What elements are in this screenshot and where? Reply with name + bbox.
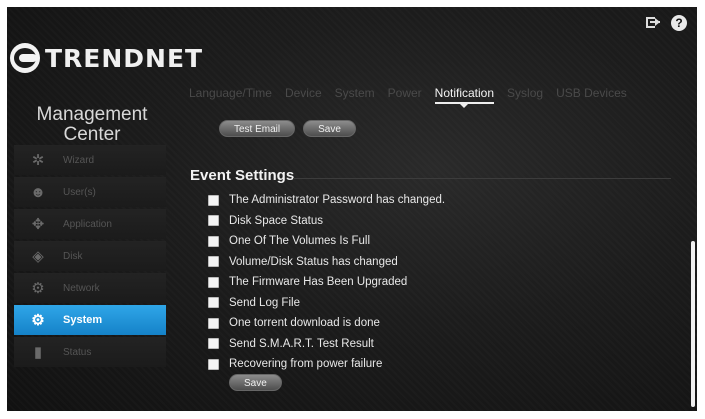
disk-icon: ◈: [32, 248, 44, 265]
brand-logo: TRENDNET: [10, 43, 203, 73]
gears-icon: ⚙: [31, 312, 45, 329]
help-icon[interactable]: ?: [671, 15, 687, 31]
event-checkbox[interactable]: [208, 194, 219, 206]
event-checkbox[interactable]: [208, 215, 219, 227]
brand-name: TRENDNET: [45, 43, 204, 73]
list-item: Send Log File: [208, 293, 445, 314]
event-label: Recovering from power failure: [229, 358, 383, 371]
management-center-title: Management Center: [17, 105, 167, 145]
title-line-1: Management: [36, 104, 148, 125]
bottom-actions: Save: [229, 373, 282, 391]
sidebar-item-label: Disk: [63, 250, 83, 262]
sidebar-item-wizard[interactable]: ✲ Wizard: [14, 145, 166, 175]
tab-device[interactable]: Device: [285, 86, 322, 104]
sidebar-item-disk[interactable]: ◈ Disk: [14, 241, 166, 271]
list-item: The Administrator Password has changed.: [208, 190, 445, 211]
list-item: The Firmware Has Been Upgraded: [208, 272, 445, 293]
save-button[interactable]: Save: [303, 120, 356, 137]
event-checkbox[interactable]: [208, 317, 219, 329]
list-item: One torrent download is done: [208, 313, 445, 334]
section-divider: [293, 178, 671, 179]
tab-usb-devices[interactable]: USB Devices: [556, 86, 627, 104]
users-icon: ☻: [30, 183, 46, 201]
sidebar-item-application[interactable]: ✥ Application: [14, 209, 166, 239]
event-checkbox[interactable]: [208, 256, 219, 268]
event-label: Send Log File: [229, 296, 300, 309]
network-icon: ⚙: [31, 280, 45, 297]
tab-bar: Language/Time Device System Power Notifi…: [189, 86, 640, 108]
event-label: Send S.M.A.R.T. Test Result: [229, 337, 374, 350]
save-settings-button[interactable]: Save: [229, 374, 282, 391]
wand-icon: ✲: [31, 152, 45, 169]
logout-icon[interactable]: [645, 15, 661, 31]
app-window: ? TRENDNET Management Center ✲ Wizard ☻ …: [7, 7, 697, 411]
list-item: Volume/Disk Status has changed: [208, 252, 445, 273]
list-item: Send S.M.A.R.T. Test Result: [208, 334, 445, 355]
scrollbar-thumb[interactable]: [691, 241, 695, 407]
section-title: Event Settings: [190, 167, 295, 184]
logo-mark-icon: [10, 43, 40, 73]
event-label: The Administrator Password has changed.: [229, 194, 446, 207]
event-checkbox[interactable]: [208, 276, 219, 288]
event-list: The Administrator Password has changed. …: [208, 190, 445, 375]
puzzle-icon: ✥: [31, 216, 45, 233]
list-item: One Of The Volumes Is Full: [208, 231, 445, 252]
list-item: Recovering from power failure: [208, 354, 445, 375]
sidebar: ✲ Wizard ☻ User(s) ✥ Application ◈ Disk …: [14, 145, 166, 369]
sidebar-item-label: Wizard: [63, 154, 95, 166]
sidebar-item-label: Network: [63, 282, 100, 294]
tab-syslog[interactable]: Syslog: [507, 86, 543, 104]
list-item: Disk Space Status: [208, 211, 445, 232]
tab-language-time[interactable]: Language/Time: [189, 86, 272, 104]
sidebar-item-status[interactable]: ▮ Status: [14, 337, 166, 367]
event-label: Volume/Disk Status has changed: [229, 255, 398, 268]
sidebar-item-label: Application: [63, 218, 112, 230]
header-icons: ?: [645, 15, 687, 31]
event-checkbox[interactable]: [208, 358, 219, 370]
event-label: The Firmware Has Been Upgraded: [229, 276, 408, 289]
event-checkbox[interactable]: [208, 297, 219, 309]
sidebar-item-system[interactable]: ⚙ System: [14, 305, 166, 335]
test-email-button[interactable]: Test Email: [219, 120, 296, 137]
tab-notification[interactable]: Notification: [434, 86, 495, 108]
event-checkbox[interactable]: [208, 338, 219, 350]
event-label: Disk Space Status: [229, 214, 323, 227]
title-line-2: Center: [63, 124, 121, 145]
tab-system[interactable]: System: [335, 86, 375, 104]
event-label: One torrent download is done: [229, 317, 380, 330]
sidebar-item-label: Status: [63, 346, 92, 358]
event-checkbox[interactable]: [208, 235, 219, 247]
email-actions: Test Email Save: [219, 120, 356, 137]
sidebar-item-label: User(s): [63, 186, 96, 198]
event-label: One Of The Volumes Is Full: [229, 235, 371, 248]
sidebar-item-label: System: [63, 314, 103, 326]
sidebar-item-network[interactable]: ⚙ Network: [14, 273, 166, 303]
sidebar-item-users[interactable]: ☻ User(s): [14, 177, 166, 207]
bar-chart-icon: ▮: [33, 344, 43, 361]
tab-power[interactable]: Power: [388, 86, 422, 104]
